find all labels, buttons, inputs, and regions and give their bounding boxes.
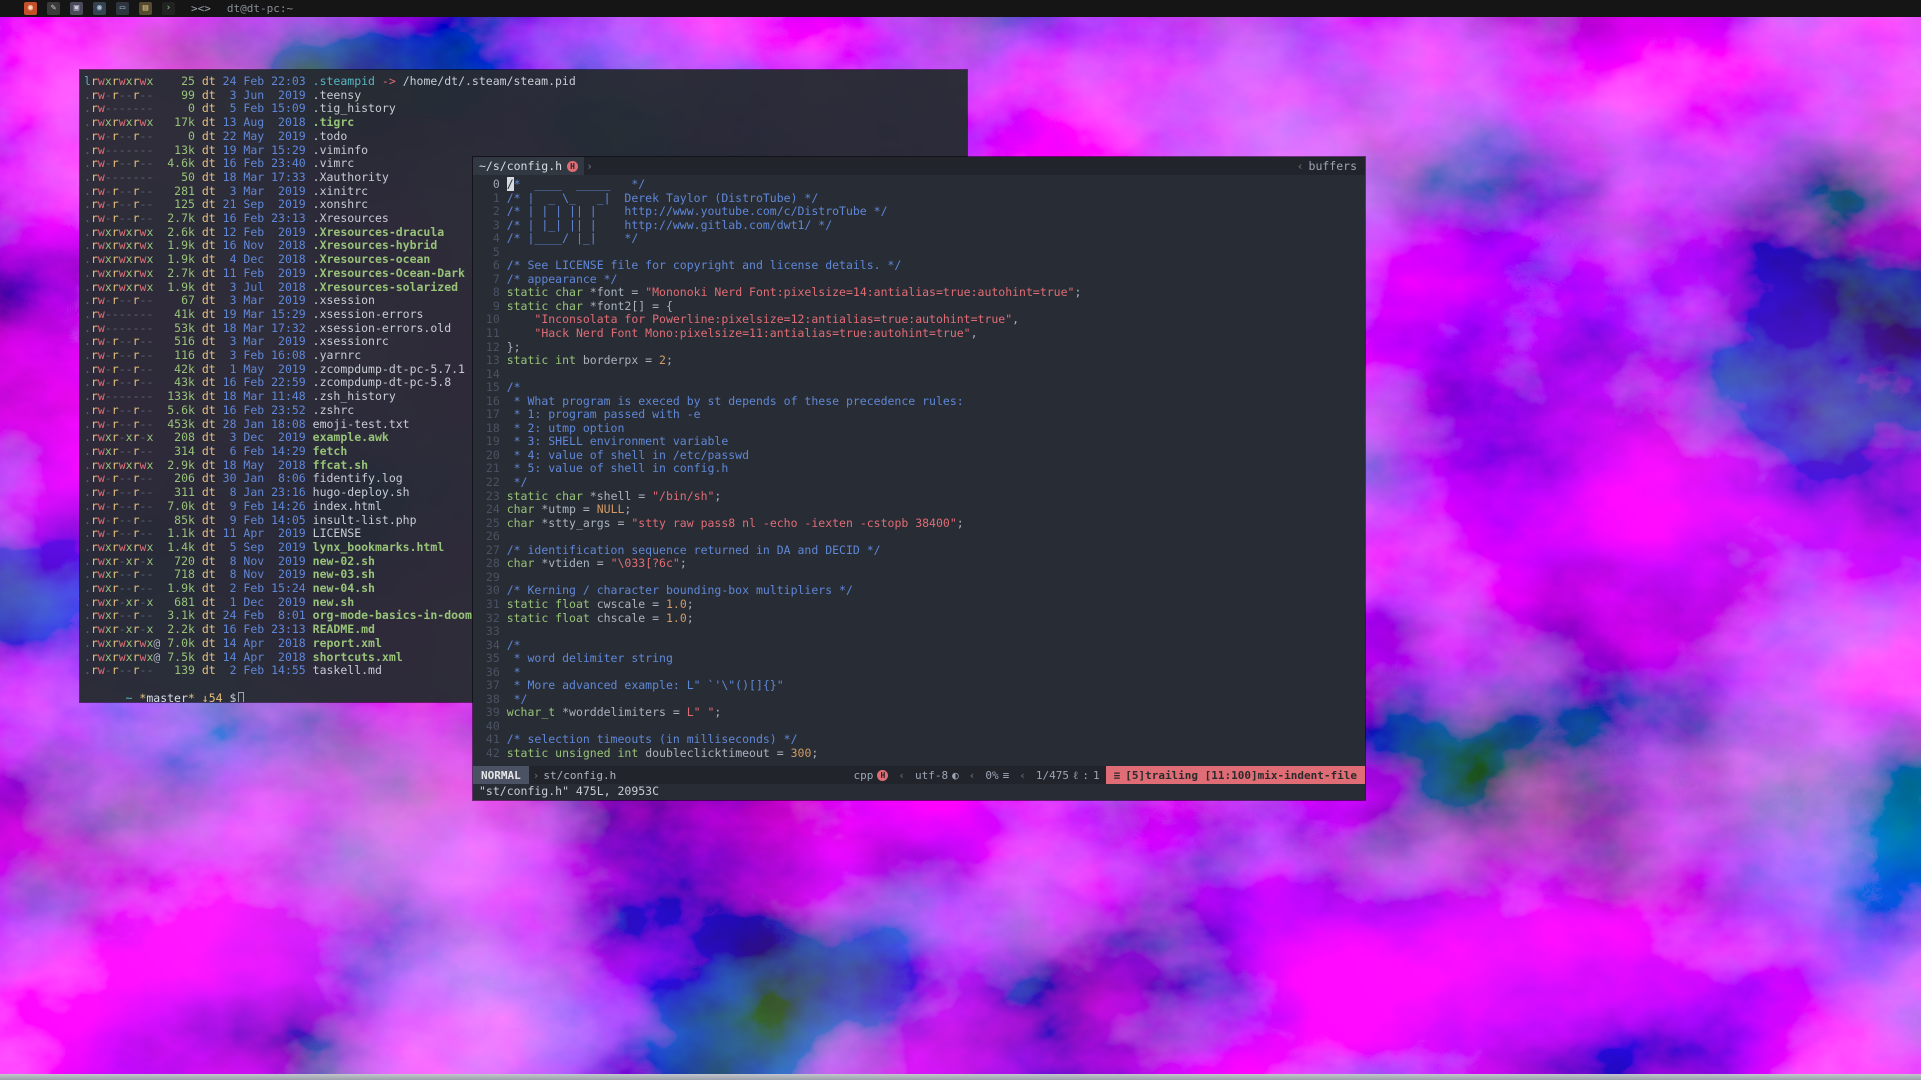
top-bar: ◉ ✎ ▣ ◉ ▭ ▤ › ><> dt@dt-pc:~ [0, 0, 1921, 17]
code-line: 11 "Hack Nerd Font Mono:pixelsize=11:ant… [479, 327, 1365, 341]
chevron-left-icon: ‹ [969, 769, 976, 782]
chevron-left-icon: ‹ [898, 769, 905, 782]
prompt-git-branch: master [146, 691, 188, 702]
code-line: 41 /* selection timeouts (in millisecond… [479, 733, 1365, 747]
code-line: 39 wchar_t *worddelimiters = L" "; [479, 706, 1365, 720]
tray-icons: ◉ ✎ ▣ ◉ ▭ ▤ › [24, 2, 175, 15]
lines-icon: ≡ [1003, 769, 1010, 782]
code-line: 6 /* See LICENSE file for copyright and … [479, 259, 1365, 273]
file-row: .rw------- 0 dt 5 Feb 15:09 .tig_history [84, 102, 967, 116]
code-line: 25 char *stty_args = "stty raw pass8 nl … [479, 517, 1365, 531]
code-line: 28 char *vtiden = "\033[?6c"; [479, 557, 1365, 571]
code-line: 30 /* Kerning / character bounding-box m… [479, 584, 1365, 598]
code-line: 17 * 1: program passed with -e [479, 408, 1365, 422]
filetype-badge-icon: H [877, 770, 888, 781]
code-line: 40 [479, 720, 1365, 734]
file-row: .rw-r--r-- 99 dt 3 Jun 2019 .teensy [84, 89, 967, 103]
focused-window-title: dt@dt-pc:~ [227, 2, 293, 15]
code-line: 34 /* [479, 639, 1365, 653]
code-line: 19 * 3: SHELL environment variable [479, 435, 1365, 449]
code-line: 38 */ [479, 693, 1365, 707]
code-line: 33 [479, 625, 1365, 639]
code-line: 1 /* | _ \_ _| Derek Taylor (DistroTube)… [479, 192, 1365, 206]
prompt-branch-deco: * [188, 691, 195, 702]
modified-badge-icon: H [567, 161, 578, 172]
pencil-icon[interactable]: ✎ [47, 2, 60, 15]
vim-statusline: NORMAL › st/config.h cpp H ‹ utf-8 ◐ ‹ 0… [473, 766, 1365, 784]
file-row: .rwxrwxrwx 17k dt 13 Aug 2018 .tigrc [84, 116, 967, 130]
code-line: 10 "Inconsolata for Powerline:pixelsize=… [479, 313, 1365, 327]
code-line: 7 /* appearance */ [479, 273, 1365, 287]
code-line: 42 static unsigned int doubleclicktimeou… [479, 747, 1365, 761]
mode-indicator: NORMAL [473, 766, 529, 784]
code-line: 2 /* | | | || | http://www.youtube.com/c… [479, 205, 1365, 219]
editor-cursor: / [507, 177, 514, 191]
code-line: 24 char *utmp = NULL; [479, 503, 1365, 517]
vim-tabline: ~/s/config.h H › ‹ buffers [473, 157, 1365, 175]
display-icon[interactable]: ▭ [116, 2, 129, 15]
scroll-percent: 0% ≡ [985, 769, 1009, 782]
file-row: .rw------- 13k dt 19 Mar 15:29 .viminfo [84, 144, 967, 158]
filetype-indicator: cpp H [854, 769, 889, 782]
desktop: ◉ ✎ ▣ ◉ ▭ ▤ › ><> dt@dt-pc:~ lrwxrwxrwx 25 dt … [0, 0, 1921, 1080]
file-row: lrwxrwxrwx 25 dt 24 Feb 22:03 .steampid … [84, 75, 967, 89]
file-row: .rw-r--r-- 0 dt 22 May 2019 .todo [84, 130, 967, 144]
editor-terminal-window[interactable]: ~/s/config.h H › ‹ buffers 0 /* ____ ___… [473, 157, 1365, 800]
spiral-app-icon[interactable]: ◉ [24, 2, 37, 15]
code-line: 20 * 4: value of shell in /etc/passwd [479, 449, 1365, 463]
code-line: 4 /* |____/ |_| */ [479, 232, 1365, 246]
chevron-left-icon: ‹ [1019, 769, 1026, 782]
code-line: 14 [479, 368, 1365, 382]
tab-current-file[interactable]: ~/s/config.h H [473, 157, 584, 175]
lint-errors-badge: ≡ [5]trailing [11:100]mix-indent-file [1106, 766, 1365, 784]
layout-indicator: ><> [191, 2, 211, 15]
code-line: 15 /* [479, 381, 1365, 395]
prompt-behind-count: ↓54 [202, 691, 223, 702]
bottom-bar [0, 1074, 1921, 1080]
code-line: 12 }; [479, 341, 1365, 355]
code-line: 29 [479, 571, 1365, 585]
chevron-right-icon: › [586, 159, 593, 173]
encoding-icon: ◐ [952, 769, 959, 782]
statusline-right: cpp H ‹ utf-8 ◐ ‹ 0% ≡ ‹ 1/475 ℓ : [854, 766, 1365, 784]
code-line: 26 [479, 530, 1365, 544]
statusline-filename: st/config.h [543, 769, 616, 782]
lint-icon: ≡ [1114, 769, 1121, 782]
buffers-area[interactable]: ‹ buffers [1295, 159, 1365, 173]
code-line: 5 [479, 246, 1365, 260]
cursor-position: 1/475 ℓ : 1 [1036, 769, 1100, 782]
prompt-symbol: $ [230, 691, 237, 702]
code-line: 8 static char *font = "Mononoki Nerd Fon… [479, 286, 1365, 300]
code-buffer[interactable]: 0 /* ____ _____ */ 1 /* | _ \_ _| Derek … [473, 175, 1365, 766]
line-number-icon: ℓ [1073, 769, 1078, 782]
chevron-left-icon: ‹ [1297, 159, 1304, 173]
terminal-icon[interactable]: › [162, 2, 175, 15]
buffers-label: buffers [1309, 159, 1357, 173]
code-line: 3 /* | |_| || | http://www.gitlab.com/dw… [479, 219, 1365, 233]
code-line: 18 * 2: utmp option [479, 422, 1365, 436]
code-line: 36 * [479, 666, 1365, 680]
code-line: 13 static int borderpx = 2; [479, 354, 1365, 368]
code-line: 31 static float cwscale = 1.0; [479, 598, 1365, 612]
encoding-indicator: utf-8 ◐ [915, 769, 959, 782]
code-line: 23 static char *shell = "/bin/sh"; [479, 490, 1365, 504]
code-line: 9 static char *font2[] = { [479, 300, 1365, 314]
code-line: 16 * What program is execed by st depend… [479, 395, 1365, 409]
code-line: 35 * word delimiter string [479, 652, 1365, 666]
terminal-cursor [238, 692, 244, 702]
camera-icon[interactable]: ◉ [93, 2, 106, 15]
vim-command-line: "st/config.h" 475L, 20953C [473, 784, 1365, 800]
code-line: 27 /* identification sequence returned i… [479, 544, 1365, 558]
image-viewer-icon[interactable]: ▣ [70, 2, 83, 15]
folder-icon[interactable]: ▤ [139, 2, 152, 15]
tab-file-path: ~/s/config.h [479, 159, 562, 173]
code-line: 32 static float chscale = 1.0; [479, 612, 1365, 626]
code-line: 21 * 5: value of shell in config.h [479, 462, 1365, 476]
code-line: 0 /* ____ _____ */ [479, 178, 1365, 192]
chevron-right-icon: › [533, 769, 540, 782]
code-line: 22 */ [479, 476, 1365, 490]
code-line: 37 * More advanced example: L" `'\"()[]{… [479, 679, 1365, 693]
